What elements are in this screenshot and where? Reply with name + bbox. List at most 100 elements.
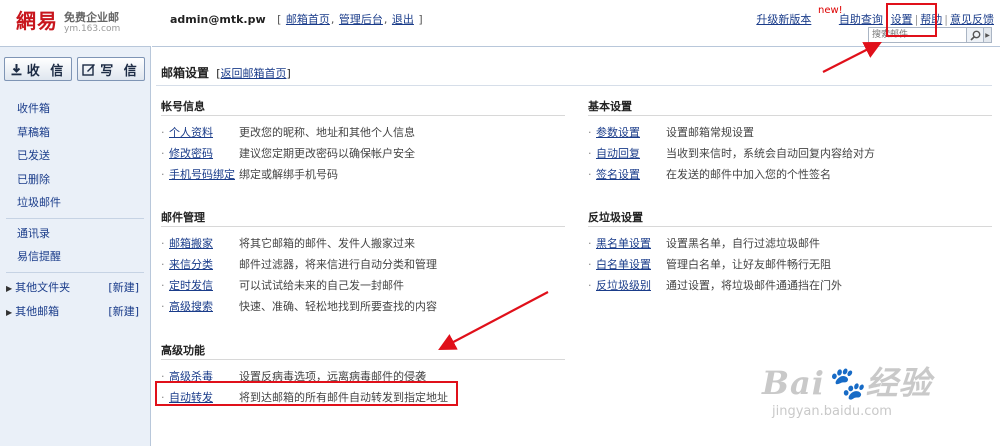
account-bar: admin@mtk.pw [ 邮箱首页, 管理后台, 退出 ] — [170, 11, 424, 27]
settings-row: · 手机号码绑定 绑定或解绑手机号码 — [161, 164, 571, 185]
bracket: [ — [277, 13, 282, 26]
folder-inbox[interactable]: 收件箱 — [0, 97, 150, 121]
receive-button[interactable]: 收 信 — [4, 57, 72, 81]
link-yixin-reminder[interactable]: 易信提醒 — [0, 245, 150, 269]
folder-list: 收件箱 草稿箱 已发送 已删除 垃圾邮件 通讯录 易信提醒 ▶ 其他文件夹 [新建… — [0, 97, 150, 324]
search-button[interactable] — [966, 28, 983, 42]
pencil-edit-icon — [82, 63, 96, 76]
group-other-mailboxes[interactable]: ▶ 其他邮箱 [新建] — [0, 300, 150, 324]
new-mailbox-button[interactable]: [新建] — [108, 300, 139, 324]
link-signature[interactable]: 签名设置 — [596, 168, 640, 181]
divider — [588, 226, 992, 227]
group-label: ▶ 其他文件夹 — [6, 276, 70, 300]
header: 網易 免费企业邮 ym.163.com admin@mtk.pw [ 邮箱首页,… — [0, 0, 1000, 46]
link-advanced-search[interactable]: 高级搜索 — [169, 300, 213, 313]
watermark-logo: Bai🐾经验 — [762, 364, 932, 402]
section-heading: 基本设置 — [588, 100, 632, 113]
highlight-box-auto-forward — [155, 381, 458, 406]
row-desc: 建议您定期更改密码以确保帐户安全 — [239, 147, 415, 160]
section-heading: 高级功能 — [161, 344, 205, 357]
link-mail-filter[interactable]: 来信分类 — [169, 258, 213, 271]
section-basic: 基本设置 · 参数设置 设置邮箱常规设置 · 自动回复 当收到来信时，系统会自动回复内容… — [588, 98, 998, 185]
section-heading: 反垃圾设置 — [588, 211, 643, 224]
row-desc: 当收到来信时，系统会自动回复内容给对方 — [666, 147, 875, 160]
folder-spam[interactable]: 垃圾邮件 — [0, 191, 150, 215]
link-back-mail-home[interactable]: 返回邮箱首页 — [221, 67, 287, 80]
row-desc: 更改您的昵称、地址和其他个人信息 — [239, 126, 415, 139]
separator: | — [944, 13, 948, 26]
bullet: · — [588, 147, 592, 160]
folder-sent[interactable]: 已发送 — [0, 144, 150, 168]
bullet: · — [161, 147, 165, 160]
bullet: · — [588, 258, 592, 271]
row-desc: 设置邮箱常规设置 — [666, 126, 754, 139]
link-phone-binding[interactable]: 手机号码绑定 — [169, 168, 235, 181]
section-heading: 帐号信息 — [161, 100, 205, 113]
watermark: Bai🐾经验 jingyan.baidu.com — [762, 358, 932, 419]
group-label: ▶ 其他邮箱 — [6, 300, 59, 324]
bullet: · — [588, 237, 592, 250]
link-mail-home[interactable]: 邮箱首页 — [286, 13, 330, 26]
section-mail: 邮件管理 · 邮箱搬家 将其它邮箱的邮件、发件人搬家过来 · 来信分类 邮件过滤器，将来… — [161, 209, 571, 317]
link-parameters[interactable]: 参数设置 — [596, 126, 640, 139]
link-admin[interactable]: 管理后台 — [339, 13, 383, 26]
link-whitelist[interactable]: 白名单设置 — [596, 258, 651, 271]
settings-row: · 黑名单设置 设置黑名单，自行过滤垃圾邮件 — [588, 233, 998, 254]
expand-triangle-icon: ▶ — [6, 307, 13, 317]
settings-row: · 签名设置 在发送的邮件中加入您的个性签名 — [588, 164, 998, 185]
bullet: · — [161, 279, 165, 292]
search-scroll-arrow-icon[interactable]: ▶ — [983, 28, 991, 42]
new-folder-button[interactable]: [新建] — [108, 276, 139, 300]
link-feedback[interactable]: 意见反馈 — [950, 13, 994, 26]
back-bracket: [返回邮箱首页] — [216, 67, 291, 80]
link-spam-level[interactable]: 反垃圾级别 — [596, 279, 651, 292]
link-self-help[interactable]: 自助查询 — [839, 13, 883, 26]
folder-drafts[interactable]: 草稿箱 — [0, 121, 150, 145]
row-desc: 将其它邮箱的邮件、发件人搬家过来 — [239, 237, 415, 250]
logo-mark: 網易 — [16, 9, 58, 33]
sidebar: 收 信 写 信 收件箱 草稿箱 已发送 已删除 垃圾邮件 通讯录 易信提醒 ▶ 其… — [0, 46, 151, 446]
link-mail-migration[interactable]: 邮箱搬家 — [169, 237, 213, 250]
row-desc: 管理白名单，让好友邮件畅行无阻 — [666, 258, 831, 271]
row-desc: 绑定或解绑手机号码 — [239, 168, 338, 181]
link-scheduled-send[interactable]: 定时发信 — [169, 279, 213, 292]
divider — [161, 226, 565, 227]
divider — [588, 115, 992, 116]
folder-deleted[interactable]: 已删除 — [0, 168, 150, 192]
bullet: · — [588, 279, 592, 292]
logo[interactable]: 網易 免费企业邮 ym.163.com — [16, 10, 120, 35]
row-desc: 快速、准确、轻松地找到所要查找的内容 — [239, 300, 437, 313]
row-desc: 可以试试给未来的自己发一封邮件 — [239, 279, 404, 292]
settings-row: · 来信分类 邮件过滤器，将来信进行自动分类和管理 — [161, 254, 571, 275]
section-account: 帐号信息 · 个人资料 更改您的昵称、地址和其他个人信息 · 修改密码 建议您定期更改密… — [161, 98, 571, 185]
group-other-folders-label: 其他文件夹 — [15, 280, 71, 294]
bullet: · — [161, 168, 165, 181]
settings-row: · 反垃圾级别 通过设置，将垃圾邮件通通挡在门外 — [588, 275, 998, 296]
divider — [161, 115, 565, 116]
bullet: · — [161, 300, 165, 313]
link-contacts[interactable]: 通讯录 — [0, 222, 150, 246]
bullet: · — [161, 258, 165, 271]
group-other-mailboxes-label: 其他邮箱 — [15, 304, 60, 318]
link-blacklist[interactable]: 黑名单设置 — [596, 237, 651, 250]
page-title-text: 邮箱设置 — [161, 66, 210, 80]
divider — [161, 359, 565, 360]
group-other-folders[interactable]: ▶ 其他文件夹 [新建] — [0, 276, 150, 300]
link-profile[interactable]: 个人资料 — [169, 126, 213, 139]
settings-row: · 修改密码 建议您定期更改密码以确保帐户安全 — [161, 143, 571, 164]
separator: , — [330, 13, 335, 26]
top-links: 升级新版本 自助查询 | 设置 | 帮助 | 意见反馈 — [756, 11, 994, 27]
link-auto-reply[interactable]: 自动回复 — [596, 147, 640, 160]
settings-row: · 自动回复 当收到来信时，系统会自动回复内容给对方 — [588, 143, 998, 164]
link-logout[interactable]: 退出 — [392, 13, 414, 26]
bullet: · — [161, 237, 165, 250]
logo-text: 免费企业邮 ym.163.com — [64, 12, 120, 35]
settings-row: · 高级搜索 快速、准确、轻松地找到所要查找的内容 — [161, 296, 571, 317]
link-change-password[interactable]: 修改密码 — [169, 147, 213, 160]
title-divider — [156, 85, 992, 86]
link-upgrade[interactable]: 升级新版本 — [756, 13, 811, 26]
row-desc: 通过设置，将垃圾邮件通通挡在门外 — [666, 279, 842, 292]
compose-button[interactable]: 写 信 — [77, 57, 145, 81]
row-desc: 邮件过滤器，将来信进行自动分类和管理 — [239, 258, 437, 271]
page-title: 邮箱设置 [返回邮箱首页] — [161, 64, 291, 81]
